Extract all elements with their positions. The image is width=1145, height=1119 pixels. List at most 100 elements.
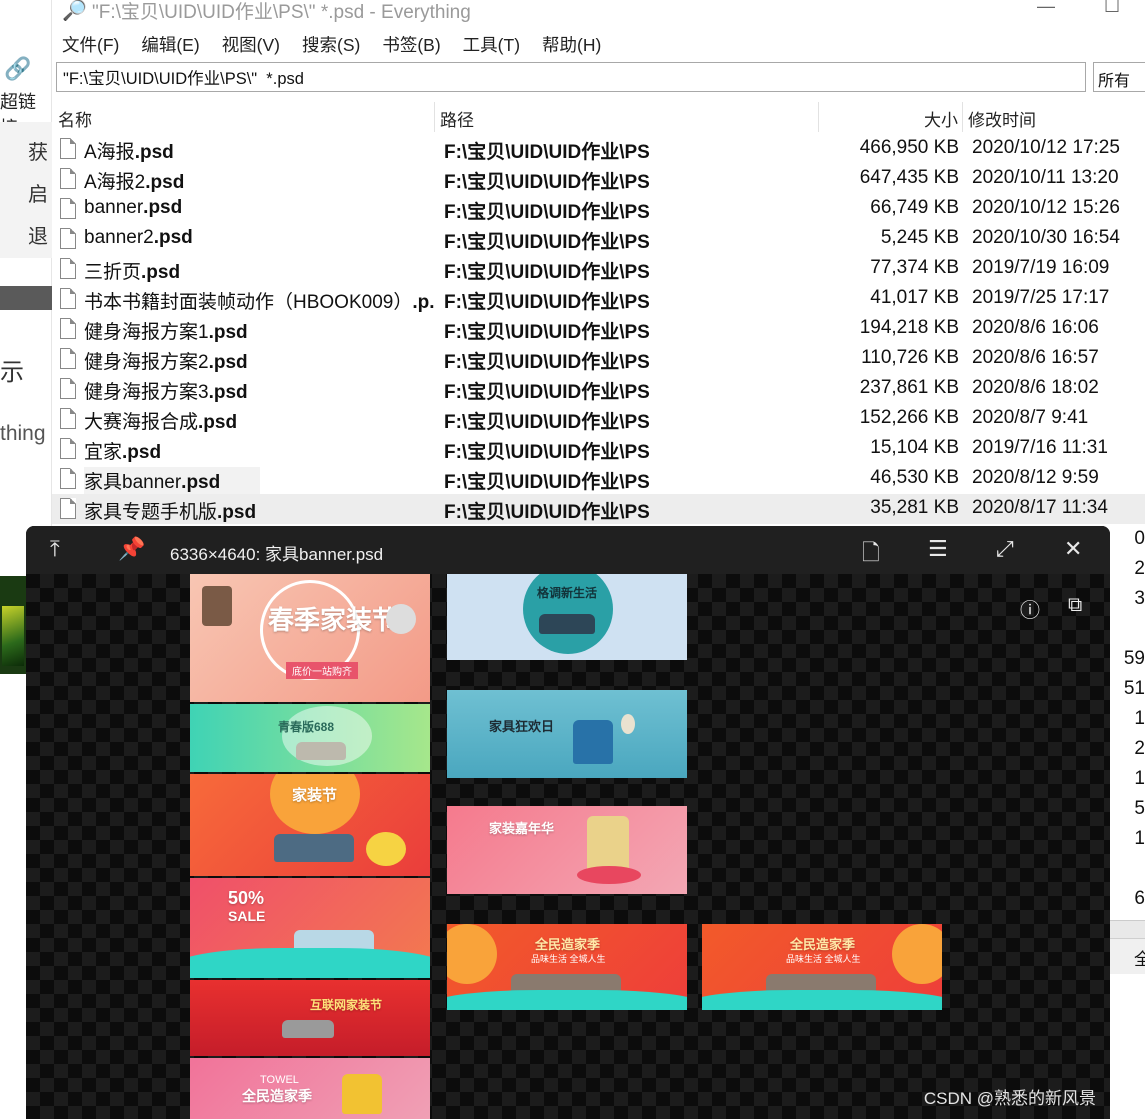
banner-title: 互联网家装节 xyxy=(310,998,383,1012)
file-date: 2020/8/6 16:06 xyxy=(972,317,1099,338)
menu-list-icon[interactable]: ☰ xyxy=(928,536,948,562)
open-file-icon[interactable]: 🗋 xyxy=(862,536,880,574)
file-date: 2020/8/7 9:41 xyxy=(972,407,1089,428)
list-item[interactable]: 大赛海报合成.psd F:\宝贝\UID\UID作业\PS 152,266 KB 20… xyxy=(52,404,1145,434)
preview-title: 6336×4640: 家具banner.psd xyxy=(170,545,384,564)
peek-value: 6 xyxy=(1134,888,1145,909)
banner-new-life: 格调新生活 xyxy=(447,574,687,660)
file-size: 15,104 KB xyxy=(870,437,959,458)
banner-subtitle: 底价一站购齐 xyxy=(286,662,358,679)
file-date: 2019/7/16 11:31 xyxy=(972,437,1108,458)
banner-title: 家装节 xyxy=(292,787,338,804)
peek-value: 1 xyxy=(1134,828,1145,849)
file-name: 健身海报方案2.psd xyxy=(84,352,248,373)
close-icon[interactable]: ✕ xyxy=(1064,536,1082,562)
file-path: F:\宝贝\UID\UID作业\PS xyxy=(444,472,650,493)
column-divider[interactable] xyxy=(962,102,963,132)
banner-home-festival: 家装节 xyxy=(190,774,430,876)
banner-title: 50% xyxy=(228,888,265,908)
file-icon xyxy=(60,138,76,159)
file-date: 2019/7/25 17:17 xyxy=(972,287,1110,308)
file-path: F:\宝贝\UID\UID作业\PS xyxy=(444,142,650,163)
list-item[interactable]: A海报2.psd F:\宝贝\UID\UID作业\PS 647,435 KB 2020… xyxy=(52,164,1145,194)
pin-top-icon[interactable]: ⤒ xyxy=(50,536,60,562)
list-item[interactable]: banner.psd F:\宝贝\UID\UID作业\PS 66,749 KB 202… xyxy=(52,194,1145,224)
context-item[interactable]: 启 xyxy=(28,178,48,207)
file-path: F:\宝贝\UID\UID作业\PS xyxy=(444,442,650,463)
menu-tools[interactable]: 工具(T) xyxy=(463,32,520,56)
list-item[interactable]: 书本书籍封面装帧动作（HBOOK009）.p... F:\宝贝\UID\UID作业… xyxy=(52,284,1145,314)
column-size[interactable]: 大小 xyxy=(924,106,958,131)
file-icon xyxy=(60,438,76,459)
list-item[interactable]: 健身海报方案2.psd F:\宝贝\UID\UID作业\PS 110,726 KB 2… xyxy=(52,344,1145,374)
peek-value: 0 xyxy=(1134,528,1145,549)
watermark: CSDN @熟悉的新风景 xyxy=(923,1089,1096,1108)
search-input[interactable] xyxy=(56,62,1086,92)
file-name: A海报2.psd xyxy=(84,172,185,193)
menu-view[interactable]: 视图(V) xyxy=(222,32,280,56)
file-path: F:\宝贝\UID\UID作业\PS xyxy=(444,502,650,523)
file-date: 2020/10/12 17:25 xyxy=(972,137,1120,158)
file-size: 46,530 KB xyxy=(870,467,959,488)
menu-bookmarks[interactable]: 书签(B) xyxy=(382,32,440,56)
column-divider[interactable] xyxy=(818,102,819,132)
file-name: A海报.psd xyxy=(84,142,174,163)
file-size: 5,245 KB xyxy=(880,227,959,248)
file-size: 77,374 KB xyxy=(870,257,959,278)
screen: 🔗 超链接 获 启 退 示 thing 🔎 "F:\宝贝\UID\UID作业\P… xyxy=(0,0,1145,1119)
results-list: A海报.psd F:\宝贝\UID\UID作业\PS 466,950 KB 2020/… xyxy=(52,134,1145,524)
menu-help[interactable]: 帮助(H) xyxy=(542,32,601,56)
link-icon[interactable]: 🔗 xyxy=(4,56,31,82)
file-size: 110,726 KB xyxy=(861,347,959,368)
context-item[interactable]: 退 xyxy=(28,220,48,249)
banner-youth: 青春版688 xyxy=(190,704,430,772)
file-name: 健身海报方案1.psd xyxy=(84,322,248,343)
info-icon[interactable]: ⓘ xyxy=(1020,594,1040,623)
minimize-icon[interactable]: — xyxy=(1037,0,1055,17)
filter-select[interactable]: 所有 xyxy=(1093,62,1145,92)
file-name: 三折页.psd xyxy=(84,262,181,283)
title-bar: 🔎 "F:\宝贝\UID\UID作业\PS\" *.psd - Everythi… xyxy=(52,0,1145,30)
context-item[interactable]: 获 xyxy=(28,136,48,165)
list-item-selected[interactable]: 家具专题手机版.psd F:\宝贝\UID\UID作业\PS 35,281 KB 20… xyxy=(52,494,1145,524)
fullscreen-icon[interactable]: ⤢ xyxy=(996,536,1014,562)
maximize-icon[interactable]: ☐ xyxy=(1104,0,1120,17)
preview-canvas: ⓘ ⧉ 春季家装节 底价一站购齐 青春版688 家装节 50% SALE 互联网… xyxy=(26,574,1110,1119)
column-name[interactable]: 名称 xyxy=(58,106,92,131)
file-path: F:\宝贝\UID\UID作业\PS xyxy=(444,352,650,373)
search-row: 所有 xyxy=(56,62,1145,92)
file-path: F:\宝贝\UID\UID作业\PS xyxy=(444,382,650,403)
pin-icon[interactable]: 📌 xyxy=(118,536,145,562)
list-item[interactable]: banner2.psd F:\宝贝\UID\UID作业\PS 5,245 KB 202… xyxy=(52,224,1145,254)
list-item[interactable]: 三折页.psd F:\宝贝\UID\UID作业\PS 77,374 KB 2019/7… xyxy=(52,254,1145,284)
list-item-hovered[interactable]: 家具banner.psd F:\宝贝\UID\UID作业\PS 46,530 KB 2… xyxy=(52,464,1145,494)
column-divider[interactable] xyxy=(434,102,435,132)
column-modified[interactable]: 修改时间 xyxy=(968,106,1036,131)
window-title: "F:\宝贝\UID\UID作业\PS\" *.psd - Everything xyxy=(92,2,471,23)
banner-title: 青春版688 xyxy=(278,720,335,734)
list-item[interactable]: 宜家.psd F:\宝贝\UID\UID作业\PS 15,104 KB 2019/7/… xyxy=(52,434,1145,464)
file-size: 41,017 KB xyxy=(870,287,959,308)
thumbnail-image xyxy=(0,576,26,674)
banner-subtitle: TOWEL xyxy=(260,1074,299,1086)
peek-value: 3 xyxy=(1134,588,1145,609)
file-name: 宜家.psd xyxy=(84,442,162,463)
peek-value: 5 xyxy=(1134,798,1145,819)
list-item[interactable]: A海报.psd F:\宝贝\UID\UID作业\PS 466,950 KB 2020/… xyxy=(52,134,1145,164)
file-date: 2020/8/17 11:34 xyxy=(972,497,1108,518)
file-size: 237,861 KB xyxy=(859,377,959,398)
file-path: F:\宝贝\UID\UID作业\PS xyxy=(444,232,650,253)
list-item[interactable]: 健身海报方案3.psd F:\宝贝\UID\UID作业\PS 237,861 KB 2… xyxy=(52,374,1145,404)
column-path[interactable]: 路径 xyxy=(440,106,474,131)
open-with-icon[interactable]: ⧉ xyxy=(1068,594,1082,617)
file-date: 2020/8/6 18:02 xyxy=(972,377,1099,398)
list-item[interactable]: 健身海报方案1.psd F:\宝贝\UID\UID作业\PS 194,218 KB 2… xyxy=(52,314,1145,344)
menu-search[interactable]: 搜索(S) xyxy=(302,32,360,56)
menu-file[interactable]: 文件(F) xyxy=(62,32,119,56)
file-icon xyxy=(60,408,76,429)
banner-subtitle: 品味生活 全城人生 xyxy=(531,954,606,964)
file-path: F:\宝贝\UID\UID作业\PS xyxy=(444,322,650,343)
banner-national-home-2: 全民造家季 品味生活 全城人生 xyxy=(702,924,942,1010)
menu-edit[interactable]: 编辑(E) xyxy=(141,32,199,56)
banner-title: 全民造家季 xyxy=(535,937,601,952)
